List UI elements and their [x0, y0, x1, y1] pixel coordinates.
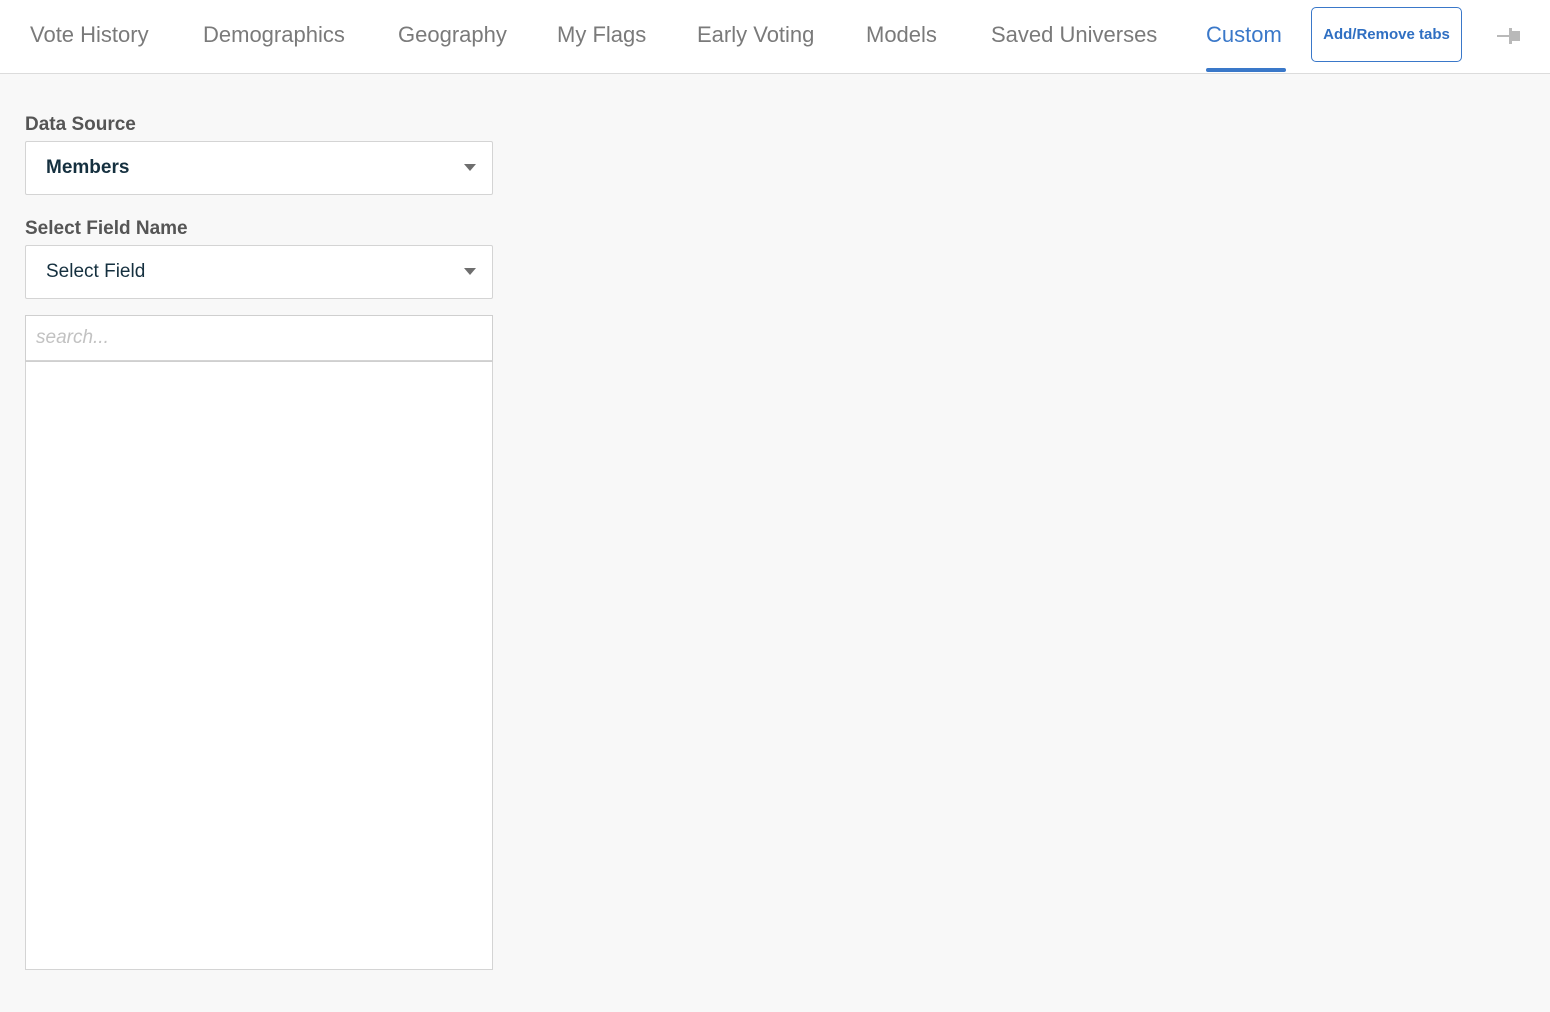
chevron-down-icon [464, 164, 476, 171]
field-name-value: Select Field [46, 261, 146, 282]
chevron-down-icon [464, 268, 476, 275]
tab-bar: Vote History Demographics Geography My F… [0, 0, 1550, 74]
add-remove-tabs-button[interactable]: Add/Remove tabs [1311, 7, 1462, 62]
tab-vote-history[interactable]: Vote History [30, 0, 149, 72]
tab-geography[interactable]: Geography [398, 0, 507, 72]
data-source-value: Members [46, 157, 130, 178]
tab-demographics[interactable]: Demographics [203, 0, 345, 72]
pin-icon[interactable] [1495, 25, 1523, 47]
data-source-label: Data Source [25, 114, 136, 135]
tab-custom[interactable]: Custom [1206, 0, 1286, 72]
tab-my-flags[interactable]: My Flags [557, 0, 646, 72]
tab-models[interactable]: Models [866, 0, 937, 72]
field-name-label: Select Field Name [25, 218, 188, 239]
field-name-select[interactable]: Select Field [25, 245, 493, 299]
data-source-select[interactable]: Members [25, 141, 493, 195]
pin-icon-graphic [1497, 28, 1520, 44]
tab-saved-universes[interactable]: Saved Universes [991, 0, 1157, 72]
field-values-list[interactable] [25, 315, 493, 970]
search-input[interactable] [25, 315, 493, 362]
tab-early-voting[interactable]: Early Voting [697, 0, 814, 72]
